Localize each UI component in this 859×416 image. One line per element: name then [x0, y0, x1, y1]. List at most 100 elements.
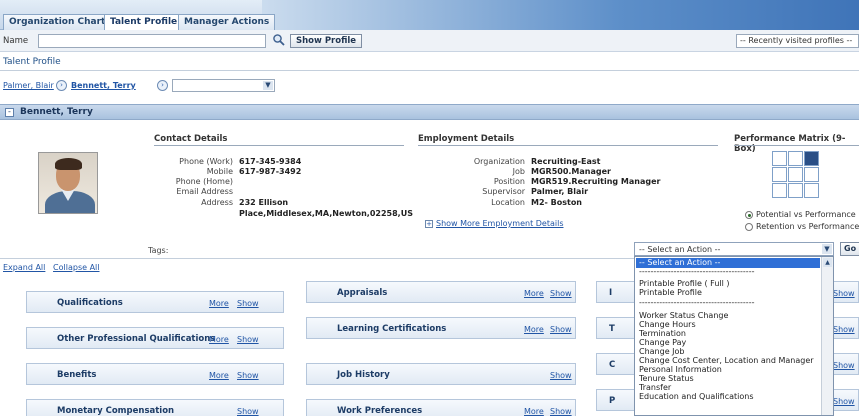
retention-vs-performance-label: Retention vs Performance: [756, 222, 859, 231]
potential-vs-performance-radio[interactable]: [745, 211, 753, 219]
monetary-compensation-panel: Monetary Compensation Show: [26, 399, 284, 416]
benefits-panel: Benefits More Show: [26, 363, 284, 385]
separator-option: ----------------------------------------: [639, 298, 755, 307]
show-link[interactable]: Show: [833, 289, 855, 298]
potential-vs-performance-label: Potential vs Performance: [756, 210, 856, 219]
job-value: MGR500.Manager: [531, 167, 611, 176]
expand-all-link[interactable]: Expand All: [3, 263, 45, 272]
header-banner: [262, 0, 859, 30]
position-value: MGR519.Recruiting Manager: [531, 177, 661, 186]
location-label: Location: [491, 198, 525, 207]
tab-manager-actions[interactable]: Manager Actions: [178, 14, 276, 30]
address-label: Address: [201, 198, 233, 207]
location-value: M2- Boston: [531, 198, 583, 207]
divider: [0, 258, 634, 259]
action-option[interactable]: Tenure Status: [639, 374, 694, 383]
mobile-value: 617-987-3492: [239, 167, 302, 176]
email-address-label: Email Address: [176, 187, 233, 196]
show-link[interactable]: Show: [237, 299, 259, 308]
action-option[interactable]: Printable Profile: [639, 288, 702, 297]
breadcrumb-item-palmer[interactable]: Palmer, Blair: [3, 81, 54, 90]
recent-profiles-select[interactable]: -- Recently visited profiles --: [736, 34, 859, 48]
organization-label: Organization: [473, 157, 525, 166]
phone-work-label: Phone (Work): [179, 157, 233, 166]
expand-icon[interactable]: +: [425, 220, 433, 228]
dropdown-scrollbar[interactable]: ▲: [821, 257, 833, 415]
chevron-down-icon: ▼: [263, 81, 273, 90]
action-option[interactable]: Worker Status Change: [639, 311, 728, 320]
more-link[interactable]: More: [524, 289, 544, 298]
performance-matrix-grid[interactable]: [772, 151, 820, 199]
supervisor-value: Palmer, Blair: [531, 187, 589, 196]
collapse-all-link[interactable]: Collapse All: [53, 263, 99, 272]
tab-organization-chart[interactable]: Organization Chart: [3, 14, 112, 30]
show-profile-button[interactable]: Show Profile: [290, 34, 363, 48]
supervisor-label: Supervisor: [482, 187, 525, 196]
action-option[interactable]: Personal Information: [639, 365, 722, 374]
action-select[interactable]: -- Select an Action -- ▼: [634, 242, 834, 256]
more-link[interactable]: More: [209, 299, 229, 308]
more-link[interactable]: More: [209, 335, 229, 344]
phone-work-value: 617-345-9384: [239, 157, 302, 166]
show-link[interactable]: Show: [833, 325, 855, 334]
address-value-line2: Place,Middlesex,MA,Newton,02258,US: [239, 209, 413, 218]
tab-talent-profile[interactable]: Talent Profile: [104, 14, 184, 30]
action-option[interactable]: Change Job: [639, 347, 685, 356]
more-link[interactable]: More: [524, 325, 544, 334]
job-label: Job: [512, 167, 525, 176]
divider: [418, 145, 718, 146]
other-professional-qualifications-panel: Other Professional Qualifications More S…: [26, 327, 284, 349]
divider: [154, 145, 404, 146]
action-option[interactable]: Transfer: [639, 383, 671, 392]
person-name: Bennett, Terry: [20, 107, 93, 117]
show-link[interactable]: Show: [550, 407, 572, 416]
qualifications-panel: Qualifications More Show: [26, 291, 284, 313]
show-link[interactable]: Show: [237, 335, 259, 344]
contact-details-header: Contact Details: [154, 134, 228, 144]
action-option[interactable]: Change Pay: [639, 338, 686, 347]
more-link[interactable]: More: [524, 407, 544, 416]
show-link[interactable]: Show: [237, 407, 259, 416]
phone-home-label: Phone (Home): [175, 177, 233, 186]
show-link[interactable]: Show: [550, 325, 572, 334]
name-search-input[interactable]: [38, 34, 266, 48]
show-link[interactable]: Show: [833, 361, 855, 370]
chevron-right-icon: ›: [157, 80, 168, 91]
breadcrumb-select[interactable]: ▼: [172, 79, 275, 92]
breadcrumb-item-bennett[interactable]: Bennett, Terry: [71, 81, 136, 90]
action-dropdown-list[interactable]: -- Select an Action -- -----------------…: [634, 256, 834, 416]
show-link[interactable]: Show: [550, 371, 572, 380]
action-option[interactable]: -- Select an Action --: [639, 258, 720, 267]
separator-option: ----------------------------------------: [639, 267, 755, 276]
action-option[interactable]: Change Cost Center, Location and Manager: [639, 356, 814, 365]
person-header: - Bennett, Terry: [0, 104, 859, 120]
work-preferences-panel: Work Preferences More Show: [306, 399, 576, 416]
tab-bar: Organization Chart Talent Profile Manage…: [0, 0, 859, 30]
action-option[interactable]: Education and Qualifications: [639, 392, 754, 401]
employee-photo: [38, 152, 98, 214]
chevron-up-icon[interactable]: ▲: [823, 258, 832, 267]
chevron-right-icon: ›: [56, 80, 67, 91]
mobile-label: Mobile: [206, 167, 233, 176]
action-option[interactable]: Printable Profile ( Full ): [639, 279, 730, 288]
collapse-icon[interactable]: -: [5, 108, 14, 117]
search-icon[interactable]: [272, 33, 286, 47]
employment-details-header: Employment Details: [418, 134, 515, 144]
go-button[interactable]: Go: [840, 242, 859, 256]
position-label: Position: [493, 177, 525, 186]
show-more-employment-link[interactable]: Show More Employment Details: [436, 219, 563, 228]
show-link[interactable]: Show: [833, 397, 855, 406]
divider: [734, 145, 859, 146]
tags-label: Tags:: [148, 246, 169, 255]
show-link[interactable]: Show: [550, 289, 572, 298]
show-link[interactable]: Show: [237, 371, 259, 380]
expand-collapse-links: Expand All Collapse All: [3, 263, 100, 272]
page-title: Talent Profile: [3, 57, 61, 67]
divider: [0, 70, 859, 71]
appraisals-panel: Appraisals More Show: [306, 281, 576, 303]
action-option[interactable]: Change Hours: [639, 320, 696, 329]
retention-vs-performance-radio[interactable]: [745, 223, 753, 231]
action-option[interactable]: Termination: [639, 329, 686, 338]
job-history-panel: Job History Show: [306, 363, 576, 385]
more-link[interactable]: More: [209, 371, 229, 380]
